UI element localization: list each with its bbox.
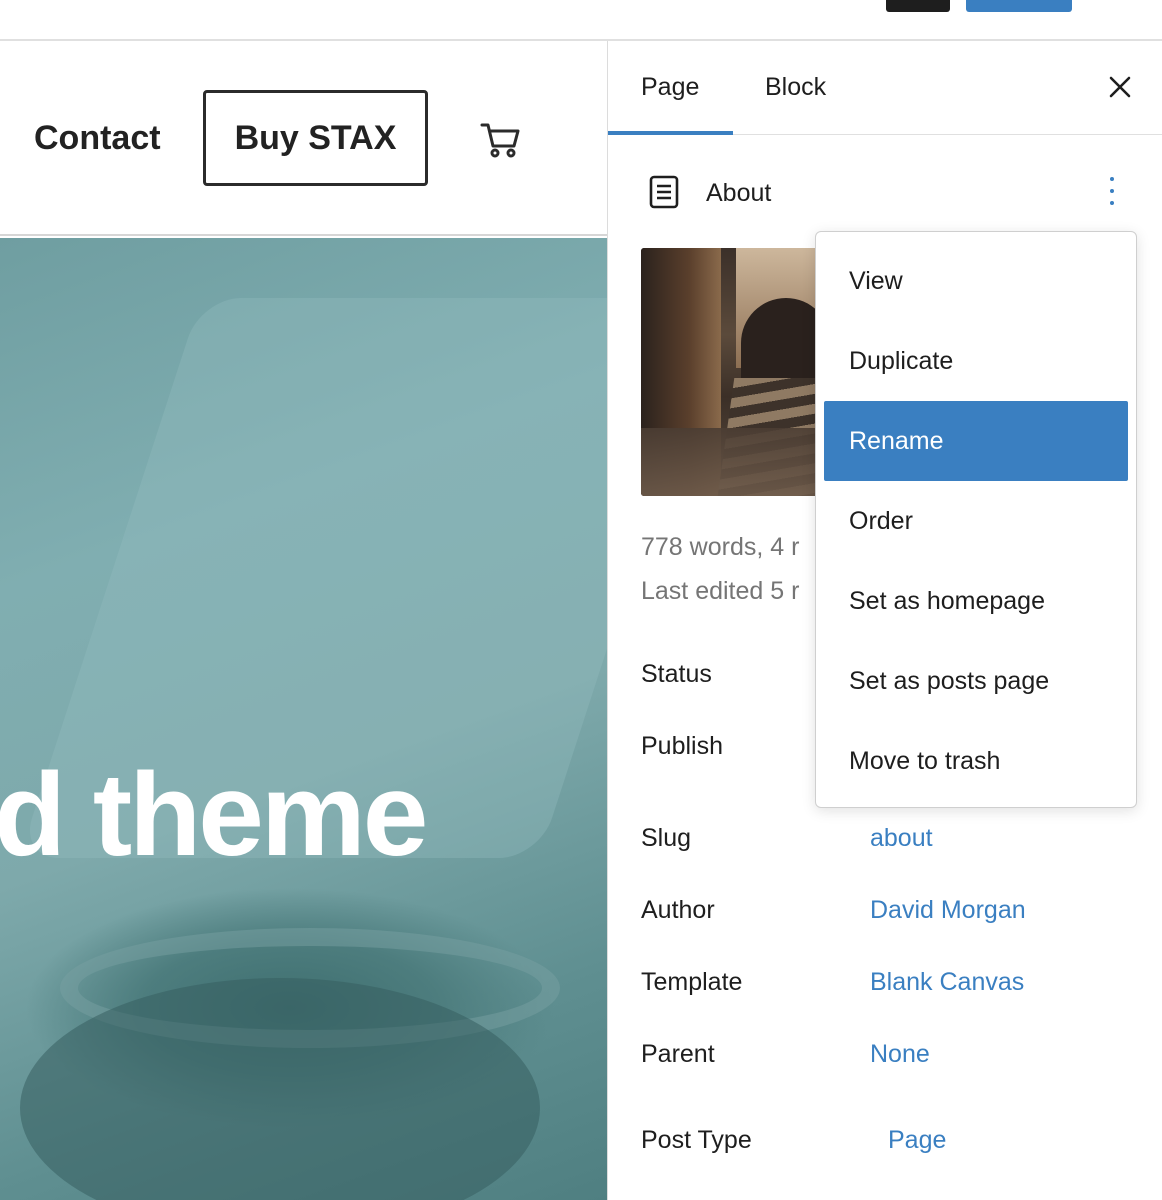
page-icon	[649, 175, 679, 209]
close-icon[interactable]	[1108, 75, 1132, 99]
parent-value[interactable]: None	[870, 1040, 930, 1069]
template-value[interactable]: Blank Canvas	[870, 968, 1024, 997]
status-label: Status	[641, 660, 712, 688]
menu-item-set-homepage[interactable]: Set as homepage	[824, 561, 1128, 641]
menu-item-set-posts-page[interactable]: Set as posts page	[824, 641, 1128, 721]
menu-item-duplicate[interactable]: Duplicate	[824, 321, 1128, 401]
toolbar-primary-button[interactable]	[966, 0, 1072, 12]
hero-title[interactable]: d theme	[0, 756, 428, 874]
editor-toolbar	[0, 0, 1162, 41]
menu-item-view[interactable]: View	[824, 241, 1128, 321]
more-options-icon[interactable]	[1100, 173, 1124, 209]
word-count: 778 words, 4 r	[641, 533, 800, 561]
post-type-label: Post Type	[641, 1126, 752, 1154]
tab-page[interactable]: Page	[641, 73, 699, 102]
author-value[interactable]: David Morgan	[870, 896, 1026, 925]
toolbar-dark-button[interactable]	[886, 0, 950, 12]
post-type-value[interactable]: Page	[888, 1126, 946, 1155]
sidebar-tabs: Page Block	[608, 41, 1162, 135]
slug-label: Slug	[641, 824, 692, 852]
menu-item-order[interactable]: Order	[824, 481, 1128, 561]
site-header: Contact Buy STAX	[0, 41, 607, 236]
publish-label: Publish	[641, 732, 723, 760]
menu-item-rename[interactable]: Rename	[824, 401, 1128, 481]
last-edited: Last edited 5 r	[641, 577, 800, 605]
template-label: Template	[641, 968, 743, 996]
page-actions-menu: View Duplicate Rename Order Set as homep…	[815, 231, 1137, 808]
document-summary: About	[608, 135, 1162, 235]
nav-link-contact[interactable]: Contact	[34, 119, 161, 158]
tab-block[interactable]: Block	[765, 73, 826, 102]
menu-item-move-to-trash[interactable]: Move to trash	[824, 721, 1128, 801]
author-label: Author	[641, 896, 715, 924]
hero-cover[interactable]: d theme	[0, 238, 607, 1200]
buy-button[interactable]: Buy STAX	[203, 90, 428, 186]
editor-canvas: Contact Buy STAX d theme	[0, 41, 607, 1200]
slug-value[interactable]: about	[870, 824, 933, 853]
cart-icon[interactable]	[478, 117, 522, 161]
document-title: About	[706, 179, 772, 207]
parent-label: Parent	[641, 1040, 715, 1068]
